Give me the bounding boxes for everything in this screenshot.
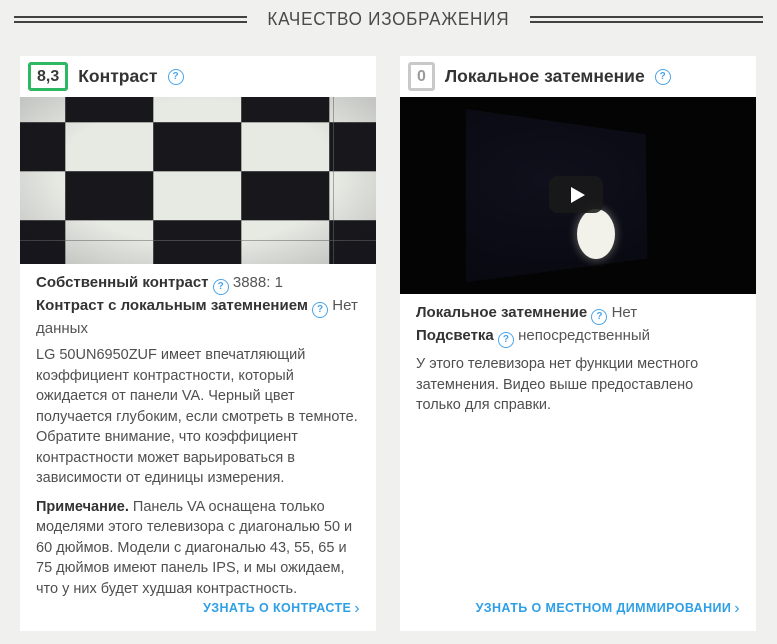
- card-local-dimming: 0 Локальное затемнение ? Локальное затем…: [400, 56, 756, 631]
- card-local-dimming-header: 0 Локальное затемнение ?: [400, 56, 756, 97]
- card-contrast: 8,3 Контраст ? Собственный контраст ? 38…: [20, 56, 376, 631]
- contrast-stats: Собственный контраст ? 3888: 1 Контраст …: [20, 264, 376, 339]
- divider-left: [14, 16, 247, 23]
- link-label: УЗНАТЬ О МЕСТНОМ ДИММИРОВАНИИ: [476, 601, 732, 615]
- contrast-note: Примечание. Панель VA оснащена только мо…: [36, 497, 360, 600]
- note-label: Примечание.: [36, 499, 129, 515]
- chevron-right-icon: ›: [354, 600, 360, 617]
- learn-about-local-dimming-link[interactable]: УЗНАТЬ О МЕСТНОМ ДИММИРОВАНИИ›: [476, 601, 740, 615]
- stat-value: Нет: [612, 304, 638, 321]
- help-icon[interactable]: ?: [498, 332, 514, 348]
- help-icon[interactable]: ?: [591, 309, 607, 325]
- link-row: УЗНАТЬ О МЕСТНОМ ДИММИРОВАНИИ›: [400, 599, 756, 631]
- local-dimming-description: У этого телевизора нет функции местного …: [416, 354, 740, 416]
- play-icon: [571, 187, 585, 203]
- card-title: Локальное затемнение: [445, 66, 645, 87]
- page: КАЧЕСТВО ИЗОБРАЖЕНИЯ 8,3 Контраст ? Собс…: [0, 0, 777, 631]
- link-label: УЗНАТЬ О КОНТРАСТЕ: [203, 601, 351, 615]
- cards-row: 8,3 Контраст ? Собственный контраст ? 38…: [0, 56, 777, 631]
- score-badge: 8,3: [28, 62, 68, 91]
- score-badge: 0: [408, 62, 435, 91]
- contrast-description: LG 50UN6950ZUF имеет впечатляющий коэффи…: [36, 345, 360, 489]
- learn-about-contrast-link[interactable]: УЗНАТЬ О КОНТРАСТЕ›: [203, 601, 360, 615]
- stat-label: Собственный контраст: [36, 274, 209, 291]
- section-header: КАЧЕСТВО ИЗОБРАЖЕНИЯ: [0, 0, 777, 30]
- card-title: Контраст: [78, 66, 157, 87]
- local-dimming-video-thumbnail[interactable]: [400, 97, 756, 294]
- stat-row: Собственный контраст ? 3888: 1: [36, 272, 360, 295]
- play-button[interactable]: [549, 176, 603, 213]
- stat-label: Подсветка: [416, 327, 494, 344]
- stat-label: Контраст с локальным затемнением: [36, 297, 308, 314]
- contrast-checkerboard-photo[interactable]: [20, 97, 376, 264]
- stat-label: Локальное затемнение: [416, 304, 587, 321]
- link-row: УЗНАТЬ О КОНТРАСТЕ›: [20, 599, 376, 631]
- white-ball: [577, 209, 615, 259]
- help-icon[interactable]: ?: [168, 69, 184, 85]
- help-icon[interactable]: ?: [655, 69, 671, 85]
- stat-row: Локальное затемнение ? Нет: [416, 302, 740, 325]
- stat-value: 3888: 1: [233, 274, 283, 291]
- section-title: КАЧЕСТВО ИЗОБРАЖЕНИЯ: [268, 9, 510, 30]
- card-contrast-header: 8,3 Контраст ?: [20, 56, 376, 97]
- local-dimming-stats: Локальное затемнение ? Нет Подсветка ? н…: [400, 294, 756, 348]
- stat-value: непосредственный: [518, 327, 650, 344]
- help-icon[interactable]: ?: [213, 279, 229, 295]
- divider-right: [530, 16, 763, 23]
- stat-row: Подсветка ? непосредственный: [416, 325, 740, 348]
- help-icon[interactable]: ?: [312, 302, 328, 318]
- chevron-right-icon: ›: [734, 600, 740, 617]
- stat-row: Контраст с локальным затемнением ? Нет д…: [36, 295, 360, 339]
